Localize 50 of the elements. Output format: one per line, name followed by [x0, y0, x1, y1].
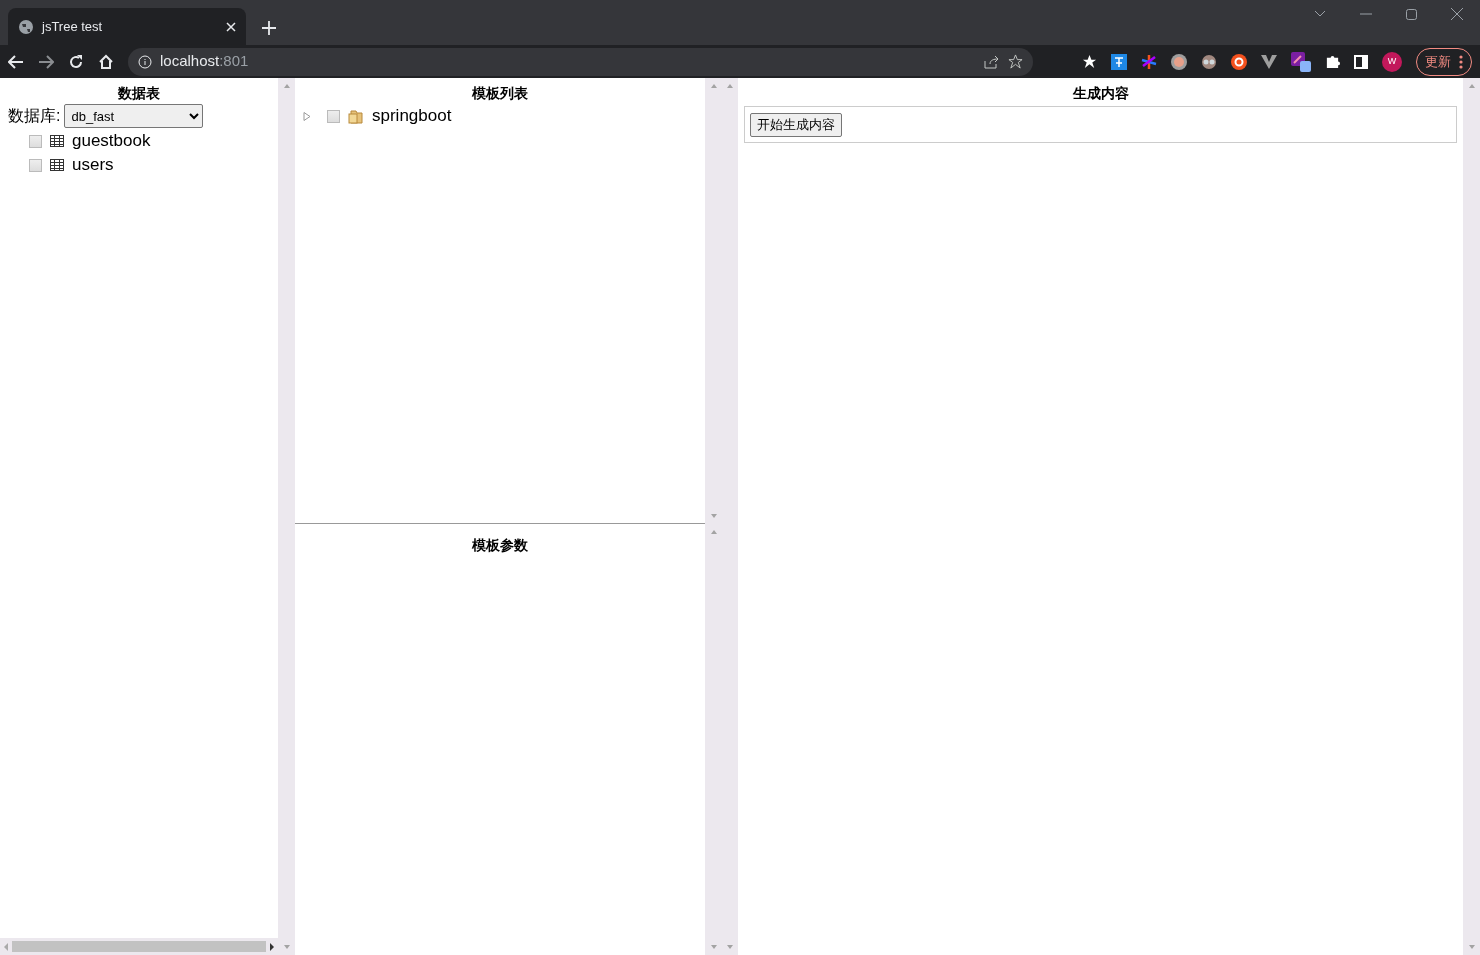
dropper-extension-icon[interactable]	[1291, 51, 1311, 72]
checkbox[interactable]	[29, 134, 42, 148]
horizontal-scrollbar[interactable]	[0, 938, 278, 955]
generate-button[interactable]: 开始生成内容	[750, 113, 842, 137]
info-icon	[138, 54, 152, 69]
tree-node-label[interactable]: springboot	[372, 103, 452, 129]
new-tab-icon[interactable]	[262, 21, 276, 35]
side-panel-icon[interactable]	[1354, 54, 1368, 69]
address-bar[interactable]: localhost:801	[128, 47, 1033, 76]
database-select[interactable]: db_fast	[64, 104, 204, 128]
tab-title: jsTree test	[42, 17, 103, 36]
v-extension-icon[interactable]	[1261, 54, 1277, 69]
ring-extension-icon[interactable]	[1231, 53, 1247, 70]
table-grid-icon	[50, 135, 64, 147]
table-grid-icon	[50, 159, 64, 171]
translate-extension-icon[interactable]	[1111, 53, 1127, 70]
home-icon[interactable]	[98, 53, 114, 70]
panel-title: 数据表	[117, 84, 161, 102]
reload-icon[interactable]	[68, 53, 84, 70]
browser-tab[interactable]: jsTree test	[8, 8, 246, 45]
puzzle-icon[interactable]	[1325, 54, 1340, 69]
globe-icon	[18, 18, 34, 35]
vertical-scrollbar[interactable]	[1463, 78, 1480, 955]
circle-extension-icon[interactable]	[1171, 53, 1187, 70]
database-label: 数据库:	[8, 106, 61, 126]
tree-node-label[interactable]: users	[72, 152, 114, 178]
vertical-scrollbar[interactable]	[278, 78, 295, 955]
profile-avatar[interactable]: W	[1382, 51, 1402, 72]
vertical-scrollbar[interactable]	[722, 78, 738, 955]
chevron-down-icon[interactable]	[1314, 10, 1326, 18]
panel-title: 生成内容	[1071, 84, 1130, 102]
star-outline-icon[interactable]	[1008, 54, 1023, 69]
close-icon[interactable]	[226, 21, 236, 32]
checkbox[interactable]	[327, 109, 340, 123]
more-vertical-icon[interactable]	[1459, 54, 1463, 69]
asterisk-extension-icon[interactable]	[1141, 53, 1157, 70]
share-icon[interactable]	[984, 54, 1000, 69]
close-window-icon[interactable]	[1451, 8, 1463, 20]
panel-title: 模板参数	[471, 536, 529, 554]
panel-title: 模板列表	[471, 84, 529, 102]
forward-arrow-icon[interactable]	[38, 54, 54, 69]
url-text: localhost:801	[160, 51, 249, 72]
star-icon[interactable]	[1082, 54, 1097, 69]
face-extension-icon[interactable]	[1201, 53, 1217, 70]
checkbox[interactable]	[29, 158, 42, 172]
back-arrow-icon[interactable]	[8, 54, 24, 69]
tree-node-label[interactable]: guestbook	[72, 128, 151, 154]
folder-icon	[348, 108, 364, 124]
collapsed-caret-icon[interactable]	[303, 111, 311, 121]
maximize-icon[interactable]	[1406, 8, 1417, 20]
